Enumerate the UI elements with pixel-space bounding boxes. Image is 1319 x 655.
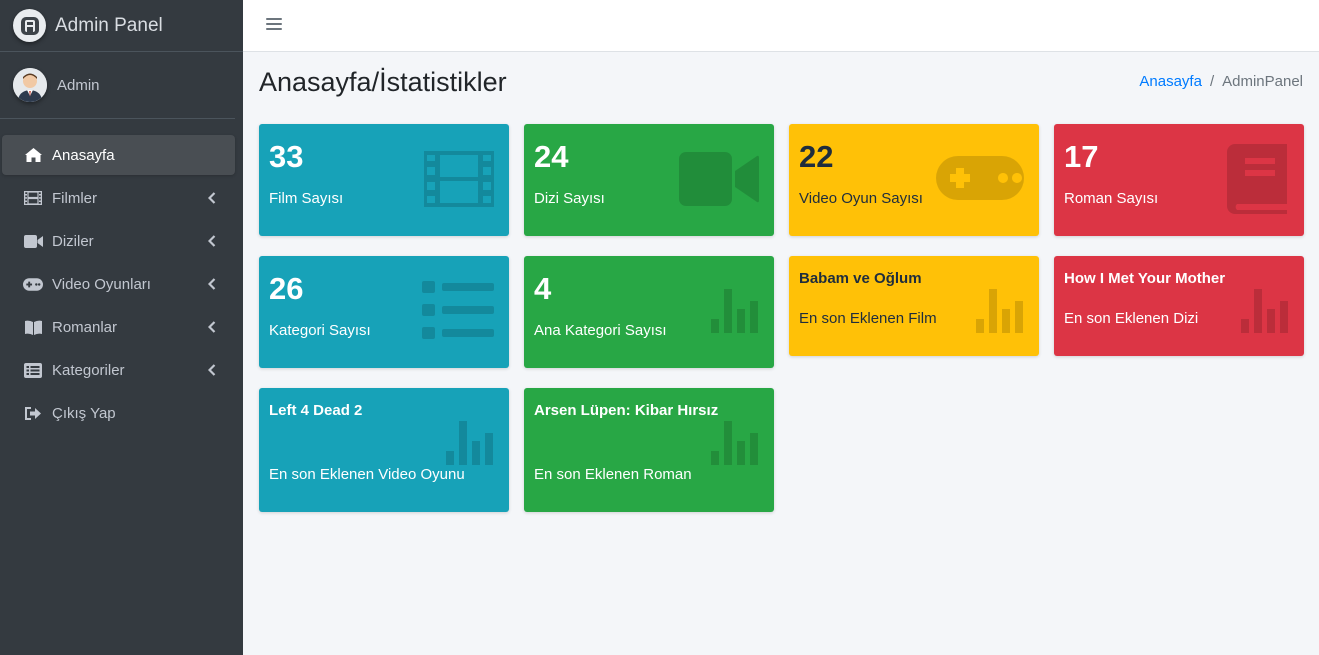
stat-box-film[interactable]: 33 Film Sayısı (259, 124, 509, 236)
user-avatar (13, 68, 47, 102)
topbar (243, 0, 1319, 52)
latest-box-film[interactable]: Babam ve Oğlum En son Eklenen Film (789, 256, 1039, 356)
latest-title: Arsen Lüpen: Kibar Hırsız (534, 402, 719, 419)
brand-link[interactable]: Admin Panel (0, 0, 243, 52)
sidebar-item-label: Diziler (52, 232, 94, 250)
sidebar-nav: Anasayfa Filmler Diziler Video Oyunları (0, 135, 243, 433)
stat-value: 24 (534, 139, 569, 174)
gamepad-icon (936, 156, 1024, 205)
latest-title: Left 4 Dead 2 (269, 402, 363, 419)
latest-title: How I Met Your Mother (1064, 270, 1226, 287)
latest-title: Babam ve Oğlum (799, 270, 922, 287)
sidebar-item-kategoriler[interactable]: Kategoriler (2, 350, 235, 390)
latest-box-dizi[interactable]: How I Met Your Mother En son Eklenen Diz… (1054, 256, 1304, 356)
sidebar-item-anasayfa[interactable]: Anasayfa (2, 135, 235, 175)
gamepad-icon (23, 275, 43, 293)
stat-label: Roman Sayısı (1064, 190, 1159, 207)
stat-label: Video Oyun Sayısı (799, 190, 923, 207)
stat-box-dizi[interactable]: 24 Dizi Sayısı (524, 124, 774, 236)
user-panel[interactable]: Admin (0, 52, 235, 119)
sidebar-item-video-oyunlari[interactable]: Video Oyunları (2, 264, 235, 304)
sidebar-item-label: Romanlar (52, 318, 118, 336)
stat-box-ana-kategori[interactable]: 4 Ana Kategori Sayısı (524, 256, 774, 368)
bar-chart-icon (976, 289, 1024, 338)
user-name: Admin (57, 76, 100, 94)
stat-value: 4 (534, 271, 552, 306)
breadcrumb: Anasayfa / AdminPanel (1139, 73, 1303, 90)
bar-chart-icon (1241, 289, 1289, 338)
bar-chart-icon (711, 289, 759, 338)
latest-label: En son Eklenen Roman (534, 466, 692, 483)
chevron-left-icon (208, 364, 218, 376)
sidebar-item-label: Çıkış Yap (52, 404, 116, 422)
sidebar-item-label: Kategoriler (52, 361, 125, 379)
book-icon (23, 318, 43, 336)
stat-value: 33 (269, 139, 304, 174)
list-icon (23, 361, 43, 379)
sidebar-item-label: Filmler (52, 189, 97, 207)
stat-value: 22 (799, 139, 834, 174)
film-icon (424, 151, 494, 212)
bar-chart-icon (446, 421, 494, 470)
video-icon (679, 152, 759, 211)
latest-label: En son Eklenen Film (799, 310, 937, 327)
stat-label: Film Sayısı (269, 190, 344, 207)
breadcrumb-home-link[interactable]: Anasayfa (1139, 73, 1202, 90)
sidebar: Admin Panel Admin Anasayfa Filmler Dizil… (0, 0, 243, 655)
chevron-left-icon (208, 278, 218, 290)
latest-label: En son Eklenen Video Oyunu (269, 466, 465, 483)
latest-box-roman[interactable]: Arsen Lüpen: Kibar Hırsız En son Eklenen… (524, 388, 774, 512)
breadcrumb-current: AdminPanel (1222, 73, 1303, 90)
chevron-left-icon (208, 321, 218, 333)
stat-box-video-oyun[interactable]: 22 Video Oyun Sayısı (789, 124, 1039, 236)
sidebar-item-filmler[interactable]: Filmler (2, 178, 235, 218)
brand-title: Admin Panel (55, 14, 163, 36)
video-icon (23, 232, 43, 250)
stat-value: 17 (1064, 139, 1099, 174)
sidebar-item-diziler[interactable]: Diziler (2, 221, 235, 261)
stat-label: Dizi Sayısı (534, 190, 605, 207)
brand-logo-icon (13, 9, 46, 42)
latest-label: En son Eklenen Dizi (1064, 310, 1199, 327)
sidebar-item-label: Video Oyunları (52, 275, 151, 293)
chevron-left-icon (208, 192, 218, 204)
home-icon (23, 146, 43, 164)
breadcrumb-separator: / (1209, 73, 1215, 90)
stat-label: Ana Kategori Sayısı (534, 322, 667, 339)
page-title: Anasayfa/İstatistikler (259, 67, 507, 97)
book-icon (1227, 144, 1289, 219)
stat-box-kategori[interactable]: 26 Kategori Sayısı (259, 256, 509, 368)
stat-value: 26 (269, 271, 304, 306)
latest-box-video-oyun[interactable]: Left 4 Dead 2 En son Eklenen Video Oyunu (259, 388, 509, 512)
chevron-left-icon (208, 235, 218, 247)
film-icon (23, 189, 43, 207)
menu-toggle-icon[interactable] (266, 16, 282, 32)
bar-chart-icon (711, 421, 759, 470)
sidebar-item-cikis-yap[interactable]: Çıkış Yap (2, 393, 235, 433)
sidebar-item-label: Anasayfa (52, 146, 115, 164)
stat-box-roman[interactable]: 17 Roman Sayısı (1054, 124, 1304, 236)
sidebar-item-romanlar[interactable]: Romanlar (2, 307, 235, 347)
stat-label: Kategori Sayısı (269, 322, 371, 339)
list-icon (422, 281, 494, 344)
sign-out-icon (23, 404, 43, 422)
